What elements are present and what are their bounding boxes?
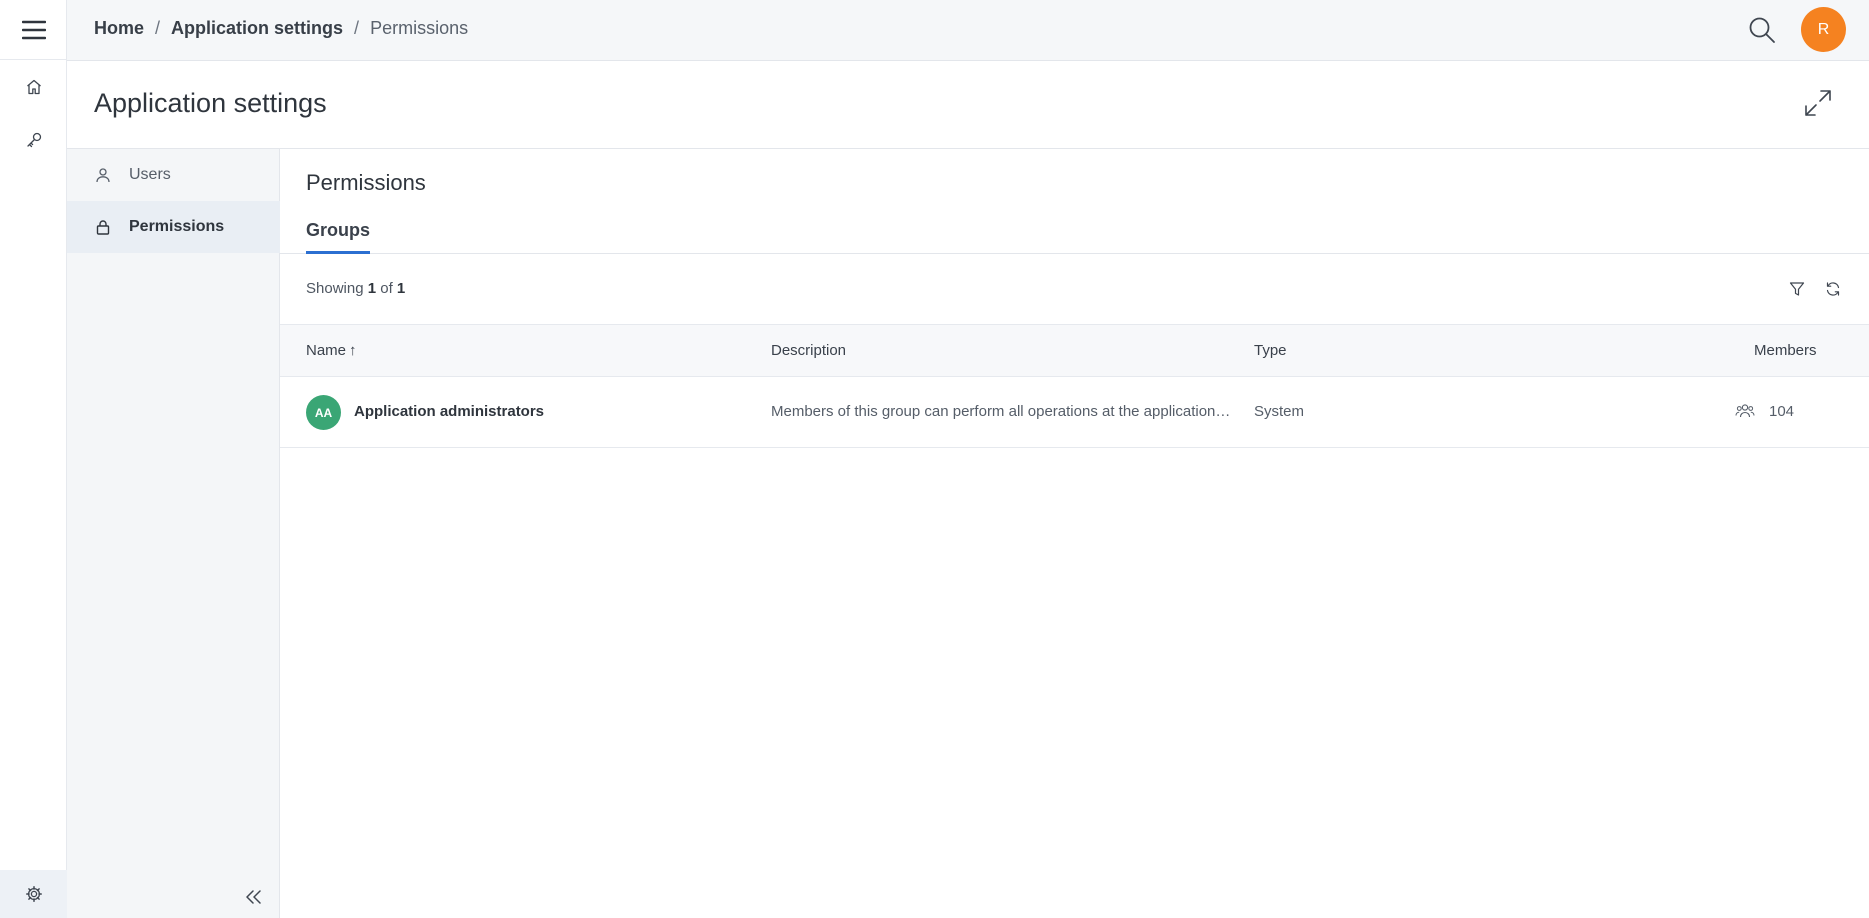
breadcrumb-separator: / — [155, 18, 161, 38]
column-header-name[interactable]: Name ↑ — [306, 342, 357, 359]
breadcrumb-application-settings[interactable]: Application settings — [171, 18, 343, 39]
page-title: Application settings — [94, 88, 327, 118]
sort-ascending-icon: ↑ — [349, 342, 357, 359]
section-title: Permissions — [306, 170, 426, 195]
filter-icon — [1789, 282, 1805, 296]
expand-button[interactable] — [1800, 85, 1836, 121]
breadcrumb-home[interactable]: Home — [94, 18, 144, 39]
key-icon — [26, 132, 41, 148]
rail-key-button[interactable] — [0, 123, 67, 157]
column-header-description[interactable]: Description — [771, 342, 846, 359]
members-count: 104 — [1769, 403, 1795, 420]
subnav-item-users[interactable]: Users — [67, 149, 280, 201]
search-icon — [1749, 17, 1775, 43]
gear-icon — [25, 886, 42, 902]
tab-groups[interactable]: Groups — [306, 211, 371, 254]
rail-home-button[interactable] — [0, 70, 67, 104]
left-rail — [0, 0, 67, 918]
users-group-icon — [1735, 402, 1755, 420]
breadcrumb-current: Permissions — [370, 18, 469, 38]
page-header: Application settings — [67, 61, 1869, 149]
menu-icon — [21, 20, 46, 39]
column-header-type[interactable]: Type — [1254, 342, 1287, 359]
showing-middle: of — [380, 280, 393, 297]
showing-count: 1 — [367, 280, 377, 297]
group-type: System — [1254, 403, 1305, 420]
refresh-icon — [1826, 282, 1840, 296]
subnav-item-label: Permissions — [129, 218, 225, 235]
user-avatar[interactable]: R — [1801, 7, 1846, 52]
group-name[interactable]: Application administrators — [354, 403, 544, 420]
main-content: Permissions Groups Showing 1 of 1 Name ↑… — [280, 149, 1869, 918]
settings-subnav: Users Permissions — [67, 149, 280, 918]
lock-icon — [92, 219, 114, 235]
search-button[interactable] — [1744, 12, 1780, 48]
refresh-button[interactable] — [1820, 276, 1846, 302]
collapse-sidebar-button[interactable] — [239, 883, 267, 911]
filter-button[interactable] — [1784, 276, 1810, 302]
breadcrumb: Home / Application settings / Permission… — [94, 18, 468, 39]
table-header: Name ↑ Description Type Members — [280, 324, 1869, 377]
results-count: Showing 1 of 1 — [306, 280, 405, 297]
menu-button[interactable] — [0, 0, 67, 60]
group-avatar: AA — [306, 395, 341, 430]
breadcrumb-separator: / — [354, 18, 360, 38]
group-description: Members of this group can perform all op… — [771, 403, 1231, 420]
chevrons-left-icon — [246, 890, 261, 904]
rail-settings-button[interactable] — [0, 870, 67, 918]
user-icon — [92, 167, 114, 183]
showing-prefix: Showing — [306, 280, 364, 297]
subnav-item-label: Users — [129, 166, 171, 183]
column-header-members[interactable]: Members — [1754, 342, 1817, 359]
top-bar: Home / Application settings / Permission… — [67, 0, 1869, 61]
subnav-item-permissions[interactable]: Permissions — [67, 201, 280, 253]
showing-total: 1 — [396, 280, 406, 297]
expand-icon — [1805, 90, 1831, 116]
tab-bar: Groups — [280, 211, 1869, 254]
table-row[interactable]: AA Application administrators Members of… — [280, 377, 1869, 448]
home-icon — [26, 79, 41, 95]
table-toolbar: Showing 1 of 1 — [280, 254, 1869, 324]
column-header-name-label: Name — [306, 342, 347, 359]
